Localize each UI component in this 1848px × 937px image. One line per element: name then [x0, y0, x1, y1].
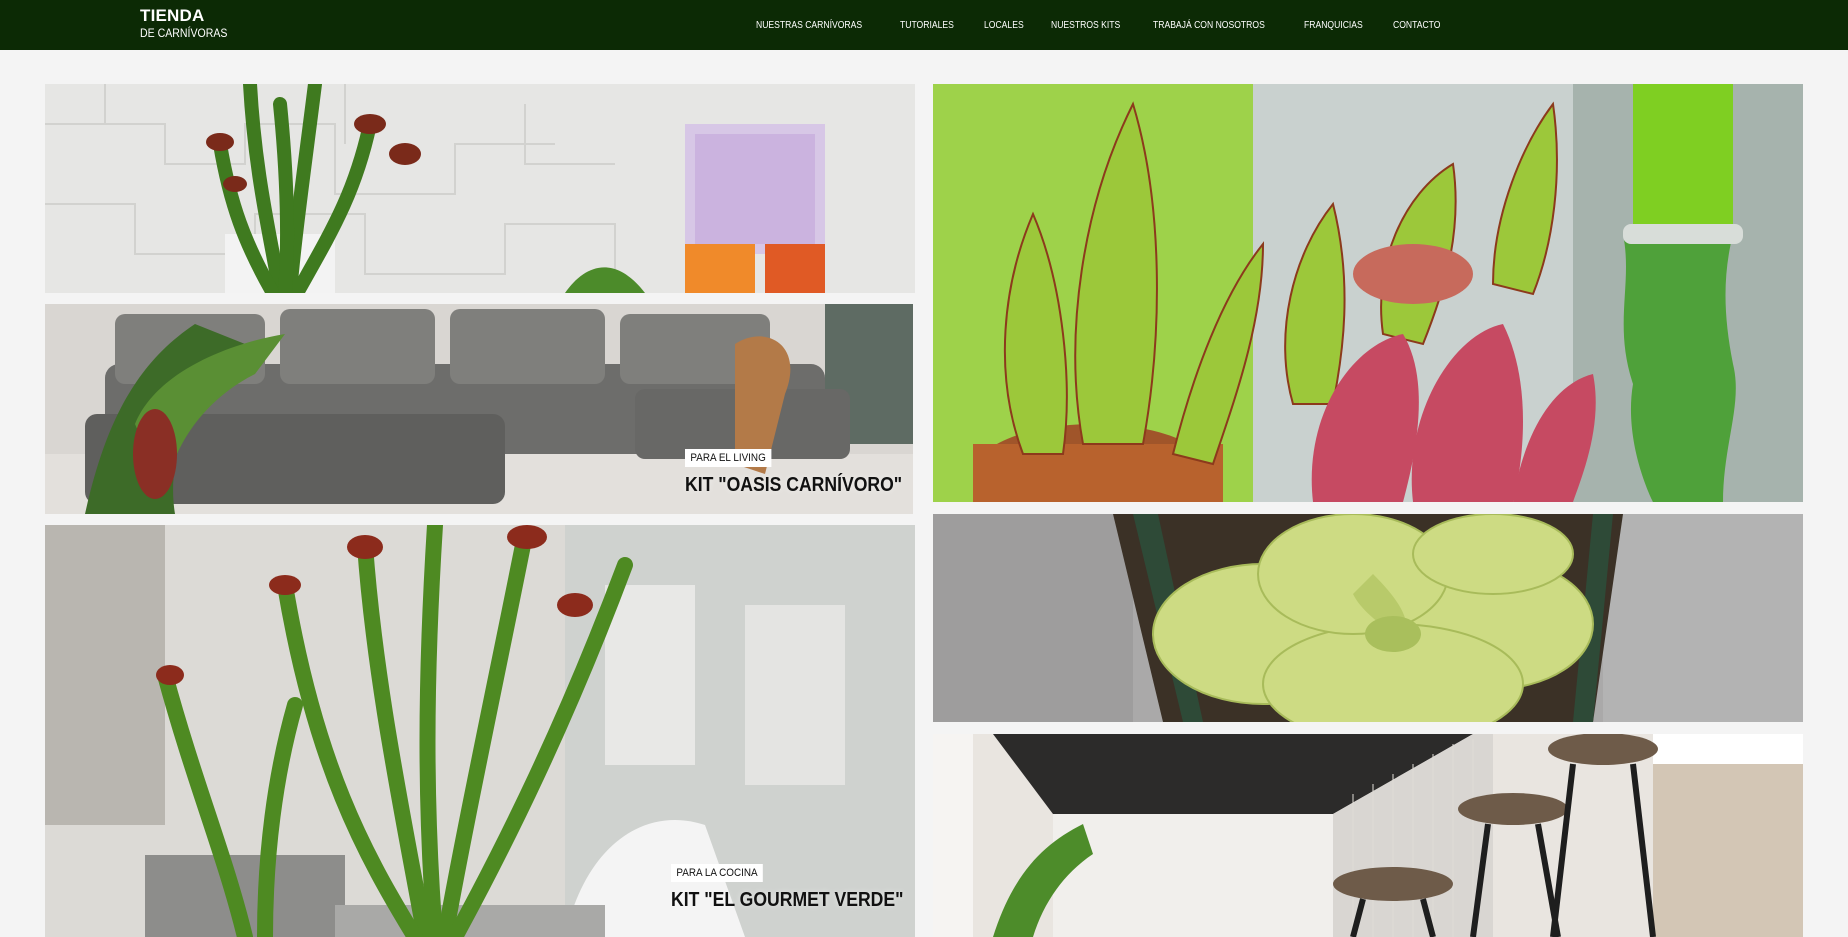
card-pitcher-closeup[interactable] — [933, 84, 1803, 502]
card-butterwort[interactable] — [933, 514, 1803, 722]
photo-pitcher-closeup — [933, 84, 1803, 502]
card-living-sofa[interactable]: PARA EL LIVING KIT "OASIS CARNÍVORO" — [45, 304, 913, 514]
kit-tag-kitchen: PARA LA COCINA — [671, 864, 764, 882]
kit-caption-living: PARA EL LIVING KIT "OASIS CARNÍVORO" — [685, 448, 913, 497]
nav-franquicias[interactable]: FRANQUICIAS — [1304, 20, 1363, 31]
card-pitcher-white-wall[interactable] — [45, 84, 915, 293]
kit-caption-kitchen: PARA LA COCINA KIT "EL GOURMET VERDE" — [671, 863, 915, 912]
photo-butterwort — [933, 514, 1803, 722]
main-nav: NUESTRAS CARNÍVORAS TUTORIALES LOCALES N… — [756, 0, 1469, 50]
kit-title-gourmet[interactable]: KIT "EL GOURMET VERDE" — [671, 889, 903, 912]
photo-pitcher-white-wall — [45, 84, 915, 293]
card-kitchen-pitcher[interactable]: PARA LA COCINA KIT "EL GOURMET VERDE" — [45, 525, 915, 937]
card-kitchen-island[interactable] — [933, 734, 1803, 937]
site-header: TIENDA DE CARNÍVORAS NUESTRAS CARNÍVORAS… — [0, 0, 1848, 50]
logo-main-text: TIENDA — [140, 6, 205, 25]
kit-tag-living: PARA EL LIVING — [685, 449, 772, 467]
nav-trabaja-con-nosotros[interactable]: TRABAJÁ CON NOSOTROS — [1153, 20, 1265, 31]
nav-contacto[interactable]: CONTACTO — [1393, 20, 1440, 31]
site-logo[interactable]: TIENDA DE CARNÍVORAS — [140, 7, 239, 39]
nav-locales[interactable]: LOCALES — [984, 20, 1024, 31]
nav-nuestras-carnivoras[interactable]: NUESTRAS CARNÍVORAS — [756, 20, 862, 31]
nav-nuestros-kits[interactable]: NUESTROS KITS — [1051, 20, 1120, 31]
kit-title-oasis[interactable]: KIT "OASIS CARNÍVORO" — [685, 474, 902, 497]
photo-kitchen-island — [933, 734, 1803, 937]
nav-tutoriales[interactable]: TUTORIALES — [900, 20, 954, 31]
logo-sub-text: DE CARNÍVORAS — [140, 26, 228, 40]
